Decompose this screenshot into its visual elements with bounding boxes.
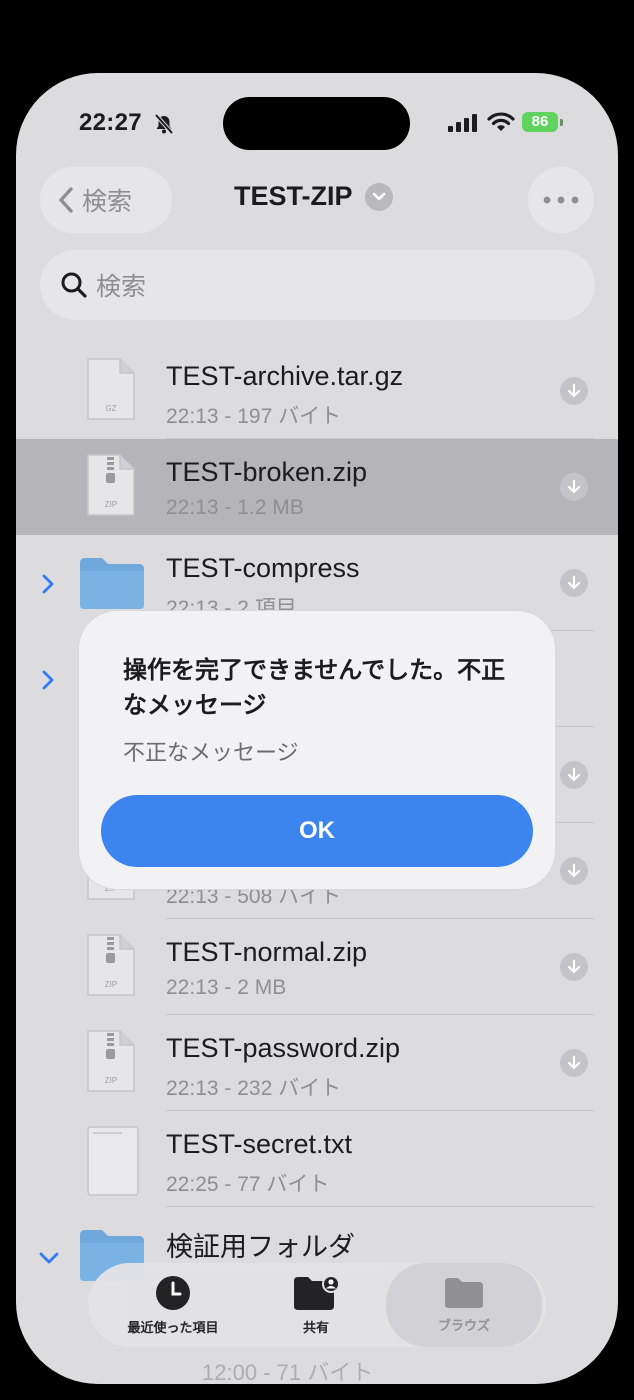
wifi-icon — [487, 112, 515, 131]
download-icon[interactable] — [560, 1049, 588, 1077]
alert-title: 操作を完了できませんでした。不正なメッセージ — [123, 657, 506, 719]
svg-text:ZIP: ZIP — [105, 1076, 117, 1085]
search-placeholder: 検索 — [96, 273, 147, 301]
file-meta: 22:13 - 1.2 MB — [166, 496, 304, 519]
tab-browse[interactable]: ブラウズ — [386, 1263, 542, 1347]
battery-indicator: 86 — [522, 112, 558, 132]
chevron-left-icon — [59, 187, 73, 213]
chevron-down-icon[interactable] — [364, 182, 393, 211]
status-time: 22:27 — [79, 109, 142, 136]
svg-text:ZIP: ZIP — [105, 980, 117, 989]
zip-file-icon: ZIP — [87, 454, 135, 516]
page-title: TEST-ZIP — [234, 181, 353, 211]
tab-recents[interactable]: 最近使った項目 — [108, 1263, 238, 1347]
file-name: TEST-normal.zip — [166, 937, 368, 967]
ellipsis-icon — [543, 196, 579, 204]
download-icon[interactable] — [560, 953, 588, 981]
download-icon[interactable] — [560, 377, 588, 405]
folder-name: 検証用フォルダ — [166, 1232, 355, 1262]
file-name: TEST-broken.zip — [166, 457, 368, 487]
file-meta: 22:13 - 2 MB — [166, 976, 287, 999]
file-row-selected[interactable]: ZIP TEST-broken.zip 22:13 - 1.2 MB — [16, 439, 618, 535]
tab-bar: 最近使った項目 共有 ブラウズ — [88, 1263, 546, 1347]
zip-file-icon: ZIP — [87, 934, 135, 996]
ok-button[interactable]: OK — [101, 795, 533, 867]
file-meta: 22:13 - 197 バイト — [166, 405, 342, 428]
download-icon[interactable] — [560, 761, 588, 789]
alert-message: 不正なメッセージ — [123, 740, 299, 765]
shared-folder-icon — [294, 1274, 339, 1310]
tab-label: ブラウズ — [437, 1317, 490, 1333]
folder-icon — [80, 558, 144, 609]
bell-slash-icon — [154, 113, 174, 135]
chevron-down-icon[interactable] — [38, 1251, 60, 1265]
error-alert-dialog: 操作を完了できませんでした。不正なメッセージ 不正なメッセージ OK — [79, 611, 555, 889]
svg-text:ZIP: ZIP — [105, 500, 117, 509]
back-button[interactable]: 検索 — [40, 167, 172, 233]
status-bar: 22:27 86 — [16, 109, 618, 139]
folder-name: TEST-compress — [166, 553, 360, 583]
search-field[interactable]: 検索 — [40, 250, 595, 320]
cellular-signal-icon — [448, 114, 477, 132]
chevron-right-icon[interactable] — [41, 573, 55, 595]
file-row[interactable]: TEST-secret.txt 22:25 - 77 バイト — [16, 1111, 618, 1207]
search-icon — [61, 272, 87, 298]
download-icon[interactable] — [560, 569, 588, 597]
battery-cap — [560, 119, 563, 126]
file-meta: 22:13 - 232 バイト — [166, 1077, 342, 1100]
tab-shared[interactable]: 共有 — [266, 1263, 366, 1347]
file-name: TEST-password.zip — [166, 1033, 401, 1063]
download-icon[interactable] — [560, 473, 588, 501]
file-row[interactable]: ZIP TEST-password.zip 22:13 - 232 バイト — [16, 1015, 618, 1111]
txt-file-icon — [87, 1126, 139, 1196]
tab-label: 最近使った項目 — [127, 1319, 219, 1335]
zip-file-icon: ZIP — [87, 1030, 135, 1092]
tab-label: 共有 — [302, 1319, 329, 1335]
gz-file-icon: GZ — [87, 358, 135, 420]
file-meta-behind-tabbar: 12:00 - 71 バイト — [202, 1360, 374, 1384]
clock-icon — [156, 1275, 190, 1310]
folder-title[interactable]: TEST-ZIP — [234, 181, 393, 212]
file-row[interactable]: GZ TEST-archive.tar.gz 22:13 - 197 バイト — [16, 343, 618, 439]
file-name: TEST-secret.txt — [166, 1129, 353, 1159]
navigation-bar: 検索 TEST-ZIP — [16, 167, 618, 233]
file-name: TEST-archive.tar.gz — [166, 361, 404, 391]
download-icon[interactable] — [560, 857, 588, 885]
folder-icon — [445, 1277, 483, 1308]
more-options-button[interactable] — [528, 167, 594, 233]
back-button-label: 検索 — [82, 188, 133, 216]
file-meta: 22:25 - 77 バイト — [166, 1173, 330, 1196]
svg-text:GZ: GZ — [105, 404, 116, 413]
file-row[interactable]: ZIP TEST-normal.zip 22:13 - 2 MB — [16, 919, 618, 1015]
chevron-right-icon[interactable] — [41, 669, 55, 691]
